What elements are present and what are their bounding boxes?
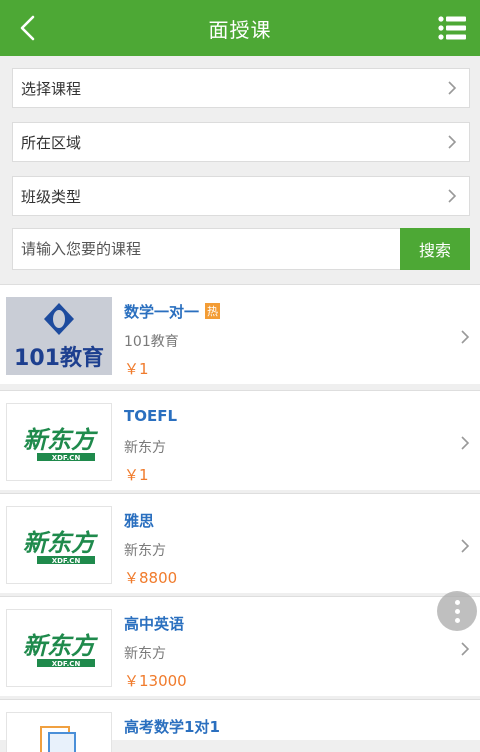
course-org: 新东方 (124, 543, 166, 559)
course-item[interactable]: 新东方 XDF.CN TOEFL 新东方 ￥1 (0, 390, 480, 490)
course-org: 101教育 (124, 334, 179, 350)
logo-subtext: XDF.CN (52, 660, 81, 668)
course-item[interactable]: 新东方 XDF.CN 雅思 新东方 ￥8800 (0, 493, 480, 593)
course-logo: 新东方 XDF.CN (6, 609, 112, 687)
search-input[interactable] (12, 228, 400, 270)
course-price: ￥8800 (124, 569, 178, 587)
app-header: 面授课 (0, 0, 480, 56)
course-price: ￥13000 (124, 672, 187, 690)
search-bar: 搜索 (12, 228, 470, 270)
chevron-right-icon (458, 639, 472, 659)
logo-text: 新东方 (23, 426, 99, 454)
course-name: 高考数学1对1 (124, 718, 220, 736)
filter-label: 所在区域 (21, 133, 82, 152)
chevron-right-icon (445, 132, 459, 152)
filter-region-select[interactable]: 所在区域 (12, 122, 470, 162)
dot-icon (454, 599, 460, 605)
filter-label: 班级类型 (21, 187, 82, 206)
dot-icon (454, 617, 460, 623)
course-price: ￥1 (124, 360, 149, 378)
chevron-right-icon (458, 433, 472, 453)
page-title: 面授课 (208, 17, 272, 42)
course-name-text: 数学一对一 (124, 303, 200, 321)
course-name: 数学一对一热 (124, 301, 221, 322)
course-org: 新东方 (124, 646, 166, 662)
chevron-right-icon (445, 186, 459, 206)
course-item[interactable]: 高考数学1对1 (0, 699, 480, 752)
course-item[interactable]: 新东方 XDF.CN 高中英语 新东方 ￥13000 (0, 596, 480, 696)
list-menu-icon (438, 16, 466, 40)
logo-subtext: XDF.CN (52, 454, 81, 462)
more-options-button[interactable] (437, 591, 477, 631)
back-button[interactable] (8, 8, 48, 48)
logo-text: 新东方 (23, 632, 99, 660)
menu-button[interactable] (434, 10, 470, 46)
course-name: 雅思 (124, 512, 155, 530)
chevron-right-icon (458, 327, 472, 347)
course-item[interactable]: 101教育 数学一对一热 101教育 ￥1 (0, 284, 480, 384)
filter-course-select[interactable]: 选择课程 (12, 68, 470, 108)
back-arrow-icon (20, 15, 35, 41)
course-price: ￥1 (124, 466, 149, 484)
course-logo (6, 712, 112, 752)
search-button[interactable]: 搜索 (400, 228, 470, 270)
hot-badge: 热 (205, 303, 221, 319)
chevron-right-icon (445, 78, 459, 98)
filter-label: 选择课程 (21, 79, 82, 98)
dot-icon (454, 608, 460, 614)
logo-subtext: XDF.CN (52, 557, 81, 565)
logo-text: 101教育 (14, 345, 104, 371)
course-logo: 101教育 (6, 297, 112, 375)
logo-text: 新东方 (23, 529, 99, 557)
chevron-right-icon (458, 536, 472, 556)
course-org: 新东方 (124, 440, 166, 456)
course-logo: 新东方 XDF.CN (6, 506, 112, 584)
course-logo: 新东方 XDF.CN (6, 403, 112, 481)
course-name: 高中英语 (124, 615, 185, 633)
filter-class-type-select[interactable]: 班级类型 (12, 176, 470, 216)
course-name: TOEFL (124, 407, 178, 425)
